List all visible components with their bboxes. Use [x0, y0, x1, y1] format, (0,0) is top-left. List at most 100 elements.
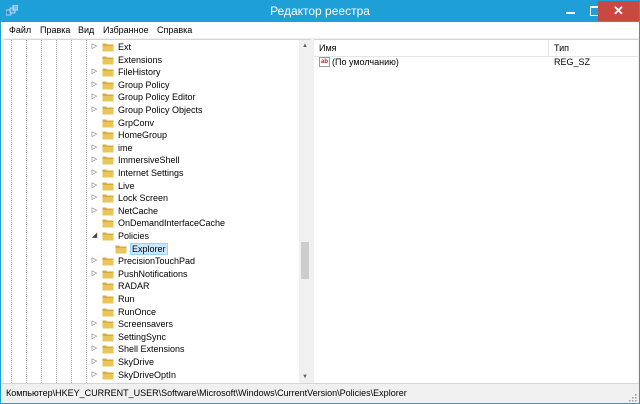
folder-icon — [102, 219, 114, 228]
folder-icon — [102, 282, 114, 291]
scroll-down-icon[interactable]: ▼ — [299, 371, 311, 383]
tree-item[interactable]: ▷ FileHistory — [4, 66, 296, 78]
scroll-up-icon[interactable]: ▲ — [299, 40, 311, 52]
tree-item-label: NetCache — [118, 205, 159, 216]
tree-item[interactable]: ▷ Lock Screen — [4, 192, 296, 204]
window-title: Редактор реестра — [270, 4, 370, 18]
tree-item-label: Internet Settings — [118, 168, 184, 178]
tree-item[interactable]: GrpConv — [4, 117, 296, 129]
tree-item[interactable]: ▷ ime — [4, 142, 296, 154]
expand-arrow-icon[interactable]: ▷ — [91, 270, 98, 277]
tree-item[interactable]: ▷ ImmersiveShell — [4, 154, 296, 166]
tree-item-label: SkyDriveOptIn — [118, 369, 177, 380]
close-icon: ✕ — [613, 3, 624, 18]
tree-item[interactable]: RunOnce — [4, 306, 296, 318]
column-divider[interactable] — [548, 40, 549, 56]
list-header: Имя Тип — [314, 40, 638, 57]
tree-item[interactable]: ▷ SkyDriveOptIn — [4, 369, 296, 381]
tree-item-label: RunOnce — [118, 306, 157, 317]
folder-icon — [102, 345, 114, 354]
tree-item-label: Live — [118, 180, 135, 191]
expand-arrow-icon[interactable]: ▷ — [91, 169, 98, 176]
tree-item[interactable]: ▷ Group Policy Objects — [4, 104, 296, 116]
expand-arrow-icon[interactable]: ▷ — [91, 333, 98, 340]
tree-item[interactable]: ▷ Shell Extensions — [4, 343, 296, 355]
tree-item-label: ime — [118, 142, 133, 153]
expand-arrow-icon — [91, 308, 98, 315]
resize-grip-icon[interactable] — [628, 393, 637, 402]
tree-item-label: Group Policy — [118, 79, 170, 90]
folder-icon — [102, 106, 114, 115]
expand-arrow-icon[interactable]: ▷ — [91, 68, 98, 75]
value-row[interactable]: ab (По умолчанию) REG_SZ — [314, 56, 638, 68]
expand-arrow-icon[interactable]: ▷ — [91, 371, 98, 378]
close-button[interactable]: ✕ — [598, 1, 639, 21]
tree-item-label: Screensavers — [118, 319, 174, 330]
tree-item-label: FileHistory — [118, 67, 161, 78]
expand-arrow-icon[interactable]: ▷ — [91, 182, 98, 189]
tree-item[interactable]: ▷ PrecisionTouchPad — [4, 255, 296, 267]
tree-item-label: Shell Extensions — [118, 344, 185, 355]
minimize-button[interactable] — [558, 1, 583, 21]
folder-icon — [102, 257, 114, 266]
values-list[interactable]: Имя Тип ab (По умолчанию) REG_SZ — [314, 39, 638, 383]
expand-arrow-icon[interactable]: ▷ — [91, 194, 98, 201]
tree-item[interactable]: ▷ Group Policy — [4, 79, 296, 91]
menu-bar: Файл Правка Вид Избранное Справка — [1, 22, 639, 38]
column-header-name[interactable]: Имя — [319, 42, 337, 54]
menu-view[interactable]: Вид — [76, 24, 96, 36]
value-type: REG_SZ — [554, 57, 591, 67]
tree-item[interactable]: Explorer — [4, 242, 296, 255]
scroll-thumb[interactable] — [301, 242, 309, 279]
tree-item[interactable]: ▷ SettingSync — [4, 331, 296, 343]
menu-edit[interactable]: Правка — [38, 24, 72, 36]
tree-item[interactable]: ▷ NetCache — [4, 205, 296, 217]
expand-arrow-icon[interactable]: ▷ — [91, 81, 98, 88]
tree-item[interactable]: ▷ Ext — [4, 41, 296, 53]
tree-item[interactable]: ▷ Internet Settings — [4, 167, 296, 179]
menu-file[interactable]: Файл — [7, 24, 33, 36]
column-header-type[interactable]: Тип — [554, 42, 569, 54]
tree-item[interactable]: ▷ SkyDrive — [4, 356, 296, 368]
status-bar: Компьютер\HKEY_CURRENT_USER\Software\Mic… — [1, 383, 639, 403]
expand-arrow-icon[interactable]: ▷ — [91, 106, 98, 113]
tree-item-label: SettingSync — [118, 331, 167, 342]
tree-scrollbar[interactable]: ▲ ▼ — [299, 40, 311, 383]
tree-item[interactable]: ▷ HomeGroup — [4, 129, 296, 141]
tree-item[interactable]: OnDemandInterfaceCache — [4, 217, 296, 229]
tree-item-label: Explorer — [130, 242, 168, 255]
tree-item[interactable]: ▷ Group Policy Editor — [4, 91, 296, 103]
expand-arrow-icon[interactable]: ▷ — [91, 345, 98, 352]
tree-item-label: ImmersiveShell — [118, 155, 180, 166]
title-bar[interactable]: Редактор реестра ✕ — [1, 1, 639, 22]
expand-arrow-icon[interactable]: ▷ — [91, 257, 98, 264]
tree-item[interactable]: ▷ Live — [4, 180, 296, 192]
tree-item-label: Ext — [118, 42, 132, 52]
tree-item[interactable]: Run — [4, 293, 296, 305]
expand-arrow-icon[interactable]: ▷ — [91, 144, 98, 151]
tree-item[interactable]: ▷ PushNotifications — [4, 268, 296, 280]
expand-arrow-icon — [91, 245, 98, 252]
expand-arrow-icon[interactable]: ▷ — [91, 358, 98, 365]
key-tree[interactable]: ▷ Ext Extensions ▷ FileHistory ▷ Group Policy ▷… — [4, 39, 311, 383]
tree-item-label: RADAR — [118, 281, 150, 292]
registry-editor-window: Редактор реестра ✕ Файл Правка Вид Избра… — [0, 0, 640, 404]
menu-help[interactable]: Справка — [155, 24, 194, 36]
tree-item-label: PrecisionTouchPad — [118, 256, 196, 267]
collapse-arrow-icon[interactable]: ◢ — [91, 232, 98, 239]
tree-item[interactable]: Extensions — [4, 54, 296, 66]
tree-item[interactable]: RADAR — [4, 280, 296, 292]
tree-item[interactable]: ▷ Screensavers — [4, 318, 296, 330]
tree-item-label: Extensions — [118, 54, 163, 65]
tree-item-label: Group Policy Editor — [118, 92, 196, 103]
expand-arrow-icon[interactable]: ▷ — [91, 93, 98, 100]
menu-favorites[interactable]: Избранное — [101, 24, 151, 36]
folder-icon — [102, 144, 114, 153]
expand-arrow-icon[interactable]: ▷ — [91, 156, 98, 163]
expand-arrow-icon[interactable]: ▷ — [91, 207, 98, 214]
expand-arrow-icon[interactable]: ▷ — [91, 43, 98, 50]
tree-item-label: PushNotifications — [118, 268, 188, 279]
expand-arrow-icon[interactable]: ▷ — [91, 320, 98, 327]
tree-item[interactable]: ◢ Policies — [4, 230, 296, 242]
expand-arrow-icon[interactable]: ▷ — [91, 131, 98, 138]
